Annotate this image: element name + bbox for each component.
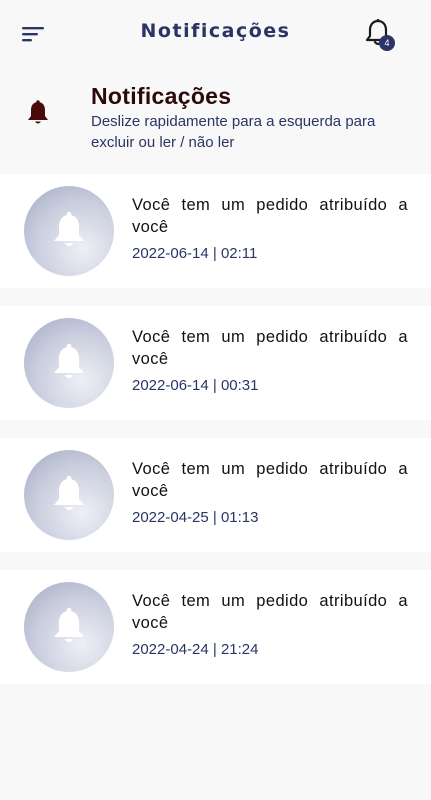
notification-avatar (24, 318, 114, 408)
notification-date: 2022-04-24 | 21:24 (132, 641, 259, 658)
notification-count-badge: 4 (379, 35, 395, 51)
notification-date: 2022-06-14 | 00:31 (132, 377, 259, 394)
page-title: Notificações (91, 83, 232, 109)
app-bar: Notificações 4 (0, 0, 431, 66)
notification-message: Você tem um pedido atribuído a você (132, 592, 408, 632)
notification-message: Você tem um pedido atribuído a você (132, 460, 408, 500)
page-subtitle: Deslize rapidamente para a esquerda para… (91, 113, 376, 151)
notification-item[interactable]: Você tem um pedido atribuído a você 2022-… (0, 438, 431, 552)
notification-avatar (24, 186, 114, 276)
notification-item[interactable]: Você tem um pedido atribuído a você 2022-… (0, 570, 431, 684)
bell-icon (26, 100, 50, 126)
bell-icon (54, 607, 84, 642)
notification-message: Você tem um pedido atribuído a você (132, 196, 408, 236)
bell-icon (54, 343, 84, 378)
notification-avatar (24, 450, 114, 540)
notification-message: Você tem um pedido atribuído a você (132, 328, 408, 368)
bell-icon (54, 211, 84, 246)
notification-date: 2022-04-25 | 01:13 (132, 509, 259, 526)
notifications-header: Notificações Deslize rapidamente para a … (0, 66, 431, 174)
notification-item[interactable]: Você tem um pedido atribuído a você 2022-… (0, 174, 431, 288)
notification-date: 2022-06-14 | 02:11 (132, 245, 258, 262)
notification-item[interactable]: Você tem um pedido atribuído a você 2022-… (0, 306, 431, 420)
bell-icon (54, 475, 84, 510)
notification-avatar (24, 582, 114, 672)
